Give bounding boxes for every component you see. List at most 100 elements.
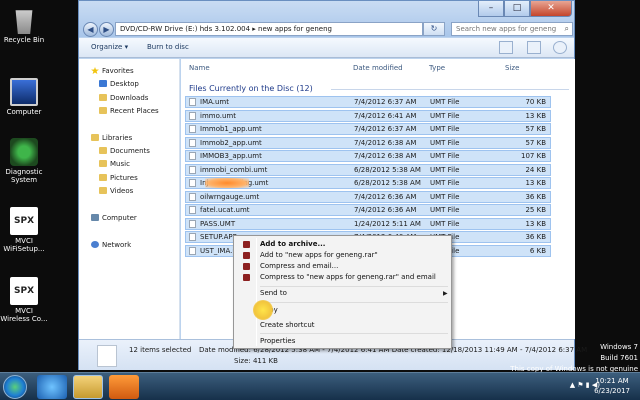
help-button[interactable] bbox=[553, 41, 567, 54]
nav-recent-places[interactable]: Recent Places bbox=[99, 106, 159, 117]
back-button[interactable]: ◀ bbox=[83, 22, 98, 37]
file-name: IMMOB3_app.umt bbox=[200, 152, 262, 160]
column-header-name[interactable]: Name bbox=[189, 64, 210, 72]
libraries-icon bbox=[91, 134, 99, 141]
desktop-icon-computer[interactable]: Computer bbox=[0, 78, 48, 116]
file-date: 7/4/2012 6:36 AM bbox=[354, 206, 417, 214]
search-icon: ⌕ bbox=[564, 24, 569, 33]
file-date: 6/28/2012 5:38 AM bbox=[354, 179, 421, 187]
file-size: 57 KB bbox=[525, 138, 546, 147]
menu-send-to[interactable]: Send to bbox=[260, 289, 287, 298]
file-type: UMT File bbox=[430, 165, 460, 174]
file-name: SETUP.APP bbox=[200, 233, 237, 241]
umt-file-icon bbox=[189, 192, 196, 201]
burn-to-disc-button[interactable]: Burn to disc bbox=[147, 43, 189, 51]
desktop-icon-mvci-wireless[interactable]: SPX MVCI Wireless Co... bbox=[0, 277, 48, 323]
umt-file-icon bbox=[189, 152, 196, 160]
maximize-button[interactable]: □ bbox=[504, 1, 530, 17]
file-name: Immob2_app.umt bbox=[200, 138, 262, 147]
back-arrow-icon: ◀ bbox=[87, 25, 94, 34]
file-row[interactable]: immobi_combi.umt 6/28/2012 5:38 AM UMT Fil… bbox=[185, 163, 551, 176]
column-header-date[interactable]: Date modified bbox=[353, 64, 403, 72]
winrar-icon bbox=[243, 274, 250, 281]
refresh-button[interactable]: ↻ bbox=[423, 22, 445, 36]
file-explorer-icon[interactable] bbox=[73, 375, 103, 399]
search-input[interactable] bbox=[452, 23, 560, 35]
umt-file-icon bbox=[189, 98, 196, 106]
group-divider bbox=[331, 89, 569, 90]
file-thumbnail-icon bbox=[97, 345, 117, 367]
menu-compress-and-email[interactable]: Compress and email... bbox=[260, 262, 338, 271]
nav-documents[interactable]: Documents bbox=[99, 146, 150, 157]
file-size: 13 KB bbox=[525, 179, 546, 187]
start-button[interactable] bbox=[3, 375, 27, 399]
umt-file-icon bbox=[189, 138, 196, 147]
file-row[interactable]: IMMOB3_app.umt 7/4/2012 6:38 AM UMT File 10… bbox=[185, 150, 551, 162]
nav-desktop[interactable]: Desktop bbox=[99, 79, 139, 90]
file-name: IMA.umt bbox=[200, 98, 229, 106]
file-size: 70 KB bbox=[525, 98, 546, 106]
desktop-icon-mvci-wifisetup[interactable]: SPX MVCI WiFiSetup... bbox=[0, 207, 48, 253]
window-controls: – □ ✕ bbox=[478, 1, 572, 19]
file-row[interactable]: PASS.UMT 1/24/2012 5:11 AM UMT File 13 KB bbox=[185, 217, 551, 230]
view-options-button[interactable] bbox=[499, 41, 513, 54]
submenu-arrow-icon: ▶ bbox=[443, 290, 448, 297]
title-bar[interactable]: – □ ✕ ◀ ▶ DVD/CD-RW Drive (E:) hds 3.102… bbox=[79, 1, 574, 37]
videos-icon bbox=[99, 187, 107, 194]
file-type: UMT File bbox=[430, 98, 460, 106]
diagnostic-system-icon bbox=[10, 138, 38, 166]
minimize-button[interactable]: – bbox=[478, 1, 504, 17]
nav-libraries[interactable]: Libraries bbox=[91, 133, 132, 144]
network-icon bbox=[91, 241, 99, 248]
umt-file-icon bbox=[189, 233, 196, 241]
file-size: 13 KB bbox=[525, 111, 546, 120]
nav-computer[interactable]: Computer bbox=[91, 213, 137, 224]
desktop-icon-diagnostic-system[interactable]: Diagnostic System bbox=[0, 138, 48, 184]
search-box[interactable]: ⌕ bbox=[451, 22, 573, 36]
file-date: 7/4/2012 6:36 AM bbox=[354, 192, 417, 201]
nav-music[interactable]: Music bbox=[99, 159, 130, 170]
file-date: 7/4/2012 6:37 AM bbox=[354, 98, 417, 106]
context-menu: Add to archive... Add to "new apps for g… bbox=[233, 235, 452, 349]
file-date: 7/4/2012 6:41 AM bbox=[354, 111, 417, 120]
file-row[interactable]: oilwrngauge.umt 7/4/2012 6:36 AM UMT File 3… bbox=[185, 190, 551, 203]
nav-network[interactable]: Network bbox=[91, 240, 131, 251]
forward-button[interactable]: ▶ bbox=[99, 22, 114, 37]
desktop-icon-recycle-bin[interactable]: Recycle Bin bbox=[0, 6, 48, 44]
internet-explorer-icon[interactable] bbox=[37, 375, 67, 399]
desktop-icon-label: MVCI WiFiSetup... bbox=[3, 237, 45, 253]
nav-videos[interactable]: Videos bbox=[99, 186, 133, 197]
file-row[interactable]: Immob2_app.umt 7/4/2012 6:38 AM UMT File 57… bbox=[185, 136, 551, 149]
downloads-icon bbox=[99, 94, 107, 101]
file-row[interactable]: immo.umt 7/4/2012 6:41 AM UMT File 13 KB bbox=[185, 109, 551, 122]
file-row[interactable]: fatel.ucat.umt 7/4/2012 6:36 AM UMT File 25… bbox=[185, 204, 551, 216]
menu-compress-to-rar-email[interactable]: Compress to "new apps for geneng.rar" an… bbox=[260, 273, 436, 282]
documents-icon bbox=[99, 147, 107, 154]
media-player-icon[interactable] bbox=[109, 375, 139, 399]
computer-icon bbox=[10, 78, 38, 106]
clock[interactable]: 10:21 AM 6/23/2017 bbox=[594, 376, 630, 396]
menu-add-to-archive[interactable]: Add to archive... bbox=[260, 240, 325, 249]
column-header-size[interactable]: Size bbox=[505, 64, 519, 72]
selection-count: 12 items selected bbox=[129, 346, 192, 354]
clock-date: 6/23/2017 bbox=[594, 387, 630, 395]
group-header[interactable]: Files Currently on the Disc (12) bbox=[189, 84, 313, 93]
file-row[interactable]: Immob1_app.umt 7/4/2012 6:37 AM UMT File 57… bbox=[185, 123, 551, 135]
file-row[interactable]: IMA.umt 7/4/2012 6:37 AM UMT File 70 KB bbox=[185, 96, 551, 108]
file-type: UMT File bbox=[430, 125, 460, 133]
organize-button[interactable]: Organize ▾ bbox=[91, 43, 128, 51]
file-type: UMT File bbox=[430, 179, 460, 187]
file-name: fatel.ucat.umt bbox=[200, 206, 250, 214]
menu-properties[interactable]: Properties bbox=[260, 337, 295, 346]
winrar-icon bbox=[243, 241, 250, 248]
menu-add-to-rar[interactable]: Add to "new apps for geneng.rar" bbox=[260, 251, 378, 260]
preview-pane-button[interactable] bbox=[527, 41, 541, 54]
music-icon bbox=[99, 160, 107, 167]
address-bar[interactable]: DVD/CD-RW Drive (E:) hds 3.102.004 ▸ new… bbox=[115, 22, 423, 36]
menu-create-shortcut[interactable]: Create shortcut bbox=[260, 321, 315, 330]
nav-pictures[interactable]: Pictures bbox=[99, 173, 138, 184]
nav-downloads[interactable]: Downloads bbox=[99, 93, 148, 104]
nav-favorites[interactable]: Favorites bbox=[91, 66, 134, 77]
column-header-type[interactable]: Type bbox=[429, 64, 445, 72]
close-button[interactable]: ✕ bbox=[530, 1, 572, 17]
